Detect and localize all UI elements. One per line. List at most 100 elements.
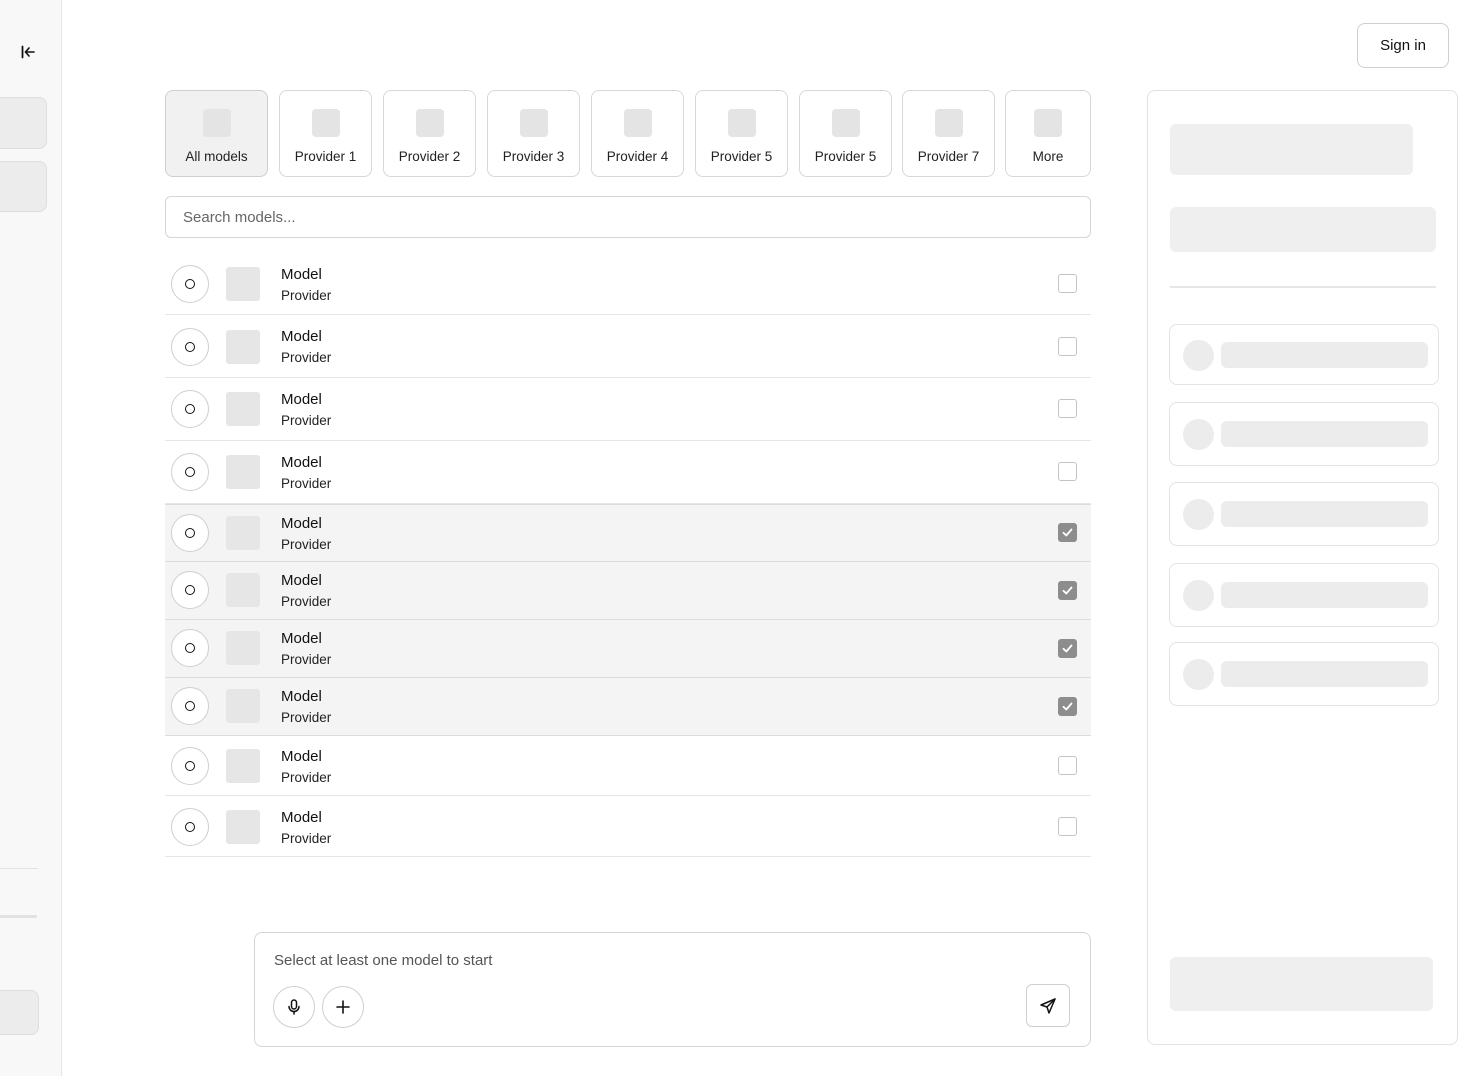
provider-logo-placeholder — [623, 109, 652, 137]
add-attachment-button[interactable] — [322, 986, 364, 1028]
provider-logo-placeholder — [202, 109, 231, 137]
model-radio-button[interactable] — [171, 390, 209, 428]
model-checkbox[interactable] — [1058, 523, 1077, 542]
model-provider: Provider — [281, 710, 332, 725]
radio-circle-icon — [185, 585, 195, 595]
model-name: Model — [281, 515, 322, 532]
model-row[interactable]: Model Provider — [165, 253, 1091, 315]
model-row[interactable]: Model Provider — [165, 620, 1091, 678]
model-row[interactable]: Model Provider — [165, 378, 1091, 441]
checkmark-icon — [1062, 644, 1073, 653]
model-logo-placeholder — [226, 330, 260, 364]
model-radio-button[interactable] — [171, 747, 209, 785]
radio-circle-icon — [185, 643, 195, 653]
model-name: Model — [281, 572, 322, 589]
skeleton-card — [1169, 402, 1439, 466]
provider-tile-label: Provider 3 — [502, 149, 565, 164]
search-models-input[interactable] — [165, 196, 1091, 238]
checkmark-icon — [1062, 528, 1073, 537]
model-row[interactable]: Model Provider — [165, 504, 1091, 562]
provider-logo-placeholder — [831, 109, 860, 137]
microphone-button[interactable] — [273, 986, 315, 1028]
collapse-sidebar-button[interactable] — [14, 38, 42, 66]
microphone-icon — [288, 999, 300, 1015]
provider-tile-label: Provider 5 — [710, 149, 773, 164]
model-name: Model — [281, 391, 322, 408]
model-logo-placeholder — [226, 392, 260, 426]
model-row[interactable]: Model Provider — [165, 736, 1091, 796]
model-checkbox[interactable] — [1058, 274, 1077, 293]
model-logo-placeholder — [226, 573, 260, 607]
sidebar-item-placeholder[interactable] — [0, 161, 47, 212]
provider-tile-label: Provider 5 — [814, 149, 877, 164]
model-radio-button[interactable] — [171, 687, 209, 725]
model-radio-button[interactable] — [171, 571, 209, 609]
model-radio-button[interactable] — [171, 808, 209, 846]
skeleton-divider — [1170, 286, 1436, 288]
radio-circle-icon — [185, 279, 195, 289]
model-radio-button[interactable] — [171, 453, 209, 491]
sidebar-account-placeholder[interactable] — [0, 990, 39, 1035]
chat-composer[interactable]: Select at least one model to start — [254, 932, 1091, 1047]
send-button[interactable] — [1026, 984, 1070, 1027]
model-row[interactable]: Model Provider — [165, 441, 1091, 504]
model-provider: Provider — [281, 831, 332, 846]
provider-tile-more[interactable]: More — [1005, 90, 1091, 177]
skeleton-card — [1169, 642, 1439, 706]
model-radio-button[interactable] — [171, 629, 209, 667]
provider-tile-1[interactable]: Provider 1 — [279, 90, 372, 177]
model-radio-button[interactable] — [171, 514, 209, 552]
provider-tile-label: Provider 7 — [917, 149, 980, 164]
composer-placeholder[interactable]: Select at least one model to start — [274, 952, 492, 969]
model-checkbox[interactable] — [1058, 756, 1077, 775]
details-panel-skeleton — [1147, 90, 1458, 1045]
model-logo-placeholder — [226, 516, 260, 550]
provider-tile-label: Provider 4 — [606, 149, 669, 164]
provider-logo-placeholder — [311, 109, 340, 137]
sidebar — [0, 0, 62, 1076]
model-checkbox[interactable] — [1058, 462, 1077, 481]
provider-tile-label: Provider 2 — [398, 149, 461, 164]
provider-tile-all-models[interactable]: All models — [165, 90, 268, 177]
model-row[interactable]: Model Provider — [165, 315, 1091, 378]
radio-circle-icon — [185, 761, 195, 771]
provider-tile-label: More — [1032, 149, 1064, 164]
model-provider: Provider — [281, 413, 332, 428]
provider-tile-5[interactable]: Provider 5 — [695, 90, 788, 177]
skeleton-subtitle — [1170, 207, 1436, 252]
provider-logo-placeholder — [727, 109, 756, 137]
sidebar-divider — [0, 868, 38, 869]
model-provider: Provider — [281, 288, 332, 303]
model-radio-button[interactable] — [171, 265, 209, 303]
model-checkbox[interactable] — [1058, 581, 1077, 600]
radio-circle-icon — [185, 467, 195, 477]
model-checkbox[interactable] — [1058, 817, 1077, 836]
model-logo-placeholder — [226, 689, 260, 723]
sign-in-button[interactable]: Sign in — [1357, 23, 1449, 68]
model-checkbox[interactable] — [1058, 337, 1077, 356]
provider-logo-placeholder — [519, 109, 548, 137]
radio-circle-icon — [185, 528, 195, 538]
checkmark-icon — [1062, 702, 1073, 711]
model-checkbox[interactable] — [1058, 639, 1077, 658]
model-row[interactable]: Model Provider — [165, 796, 1091, 857]
model-name: Model — [281, 748, 322, 765]
send-icon — [1040, 997, 1056, 1014]
model-row[interactable]: Model Provider — [165, 678, 1091, 736]
provider-tile-7[interactable]: Provider 7 — [902, 90, 995, 177]
model-row[interactable]: Model Provider — [165, 562, 1091, 620]
model-checkbox[interactable] — [1058, 697, 1077, 716]
model-provider: Provider — [281, 594, 332, 609]
model-logo-placeholder — [226, 455, 260, 489]
sidebar-item-placeholder[interactable] — [0, 97, 47, 149]
provider-tile-4[interactable]: Provider 4 — [591, 90, 684, 177]
model-name: Model — [281, 266, 322, 283]
provider-tile-2[interactable]: Provider 2 — [383, 90, 476, 177]
model-name: Model — [281, 454, 322, 471]
model-checkbox[interactable] — [1058, 399, 1077, 418]
radio-circle-icon — [185, 404, 195, 414]
provider-tile-3[interactable]: Provider 3 — [487, 90, 580, 177]
provider-tile-6[interactable]: Provider 5 — [799, 90, 892, 177]
model-radio-button[interactable] — [171, 328, 209, 366]
model-logo-placeholder — [226, 267, 260, 301]
